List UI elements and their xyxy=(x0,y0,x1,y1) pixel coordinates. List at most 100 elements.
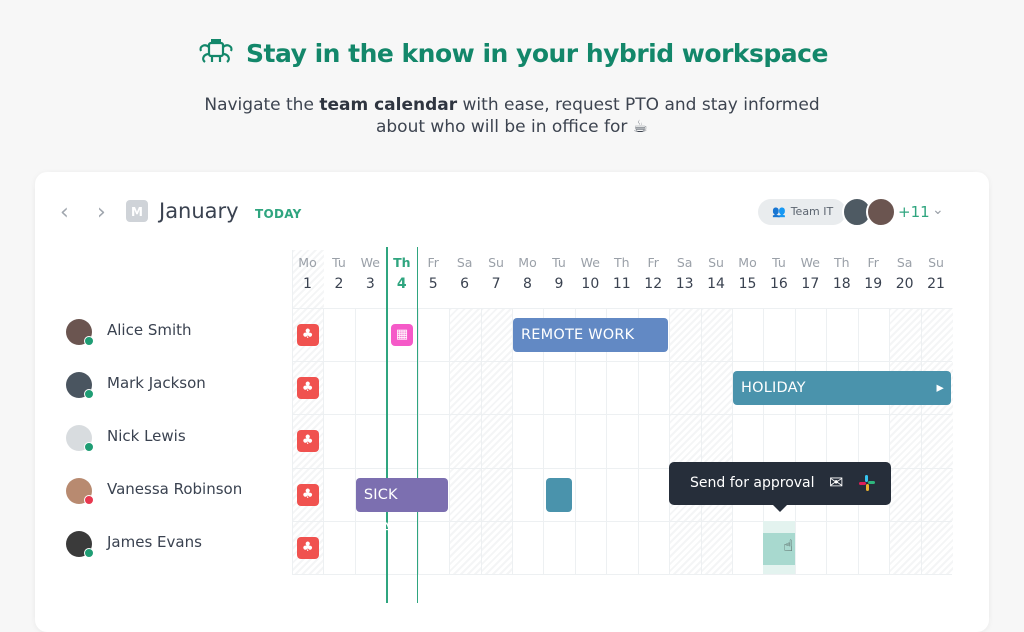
day-number[interactable]: 4 xyxy=(386,276,417,292)
day-number[interactable]: 8 xyxy=(512,276,543,292)
event-block[interactable] xyxy=(546,478,572,513)
day-number[interactable]: 19 xyxy=(858,276,889,292)
person-name[interactable]: Alice Smith xyxy=(107,321,192,339)
day-column xyxy=(889,308,922,574)
weekday-label: Fr xyxy=(427,255,439,270)
day-number[interactable]: 16 xyxy=(763,276,794,292)
calendar-icon: M xyxy=(126,200,148,222)
status-dot xyxy=(84,442,94,452)
hero-title-text: Stay in the know in your hybrid workspac… xyxy=(246,39,828,68)
continue-arrow-icon[interactable]: ▸ xyxy=(937,371,944,405)
status-dot xyxy=(84,335,94,346)
christmas-tree-icon[interactable]: ♣ xyxy=(296,323,319,346)
weekday-label: Fr xyxy=(867,255,879,270)
weekday-label: We xyxy=(360,255,380,270)
weekday-label: Fr xyxy=(647,255,659,270)
christmas-tree-icon[interactable]: ♣ xyxy=(296,376,319,399)
day-column xyxy=(826,308,858,574)
day-number[interactable]: 18 xyxy=(826,276,857,292)
day-number[interactable]: 17 xyxy=(795,276,826,292)
day-number[interactable]: 3 xyxy=(355,276,386,292)
person-name[interactable]: Mark Jackson xyxy=(107,374,206,392)
row-divider xyxy=(292,308,952,309)
day-number[interactable]: 5 xyxy=(418,276,449,292)
weekday-label: Mo xyxy=(298,255,317,270)
day-number[interactable]: 11 xyxy=(606,276,637,292)
weekday-label: Th xyxy=(614,255,630,270)
weekday-label: Sa xyxy=(896,255,913,270)
today-button[interactable]: TODAY xyxy=(255,207,302,221)
event-label: SICK LEAVE xyxy=(363,487,411,538)
weekday-label: Tu xyxy=(552,255,566,270)
day-column xyxy=(669,308,702,574)
subtitle-bold: team calendar xyxy=(319,95,458,115)
day-column xyxy=(732,308,764,574)
subtitle-line2: about who will be in office for xyxy=(375,117,628,137)
today-marker-right xyxy=(416,247,419,603)
day-column xyxy=(857,308,890,574)
event-bar[interactable]: REMOTE WORK xyxy=(513,317,669,352)
next-month-button[interactable]: › xyxy=(97,200,106,225)
event-label: HOLIDAY xyxy=(741,379,806,396)
more-members-count[interactable]: +11 xyxy=(898,203,930,221)
day-column xyxy=(292,250,325,574)
prev-month-button[interactable]: ‹ xyxy=(60,200,69,225)
team-label: Team IT xyxy=(790,205,834,218)
event-bar[interactable]: HOLIDAY ▸ xyxy=(733,370,951,405)
coffee-icon: ☕ xyxy=(632,117,649,137)
day-number[interactable]: 9 xyxy=(543,276,574,292)
day-number[interactable]: 12 xyxy=(638,276,669,292)
row-divider xyxy=(292,574,952,575)
christmas-tree-icon[interactable]: ♣ xyxy=(296,537,319,560)
octopus-calendar-logo-icon xyxy=(199,39,233,63)
day-number[interactable]: 14 xyxy=(701,276,732,292)
month-title: January xyxy=(159,199,239,223)
day-number[interactable]: 2 xyxy=(323,276,354,292)
day-number[interactable]: 6 xyxy=(449,276,480,292)
subtitle-text: Navigate the xyxy=(204,95,320,115)
day-number[interactable]: 7 xyxy=(481,276,512,292)
row-divider xyxy=(292,361,952,363)
day-number[interactable]: 20 xyxy=(889,276,920,292)
person-name[interactable]: Vanessa Robinson xyxy=(107,480,242,498)
day-column xyxy=(480,308,513,574)
day-number[interactable]: 15 xyxy=(732,276,763,292)
hero-title: Stay in the know in your hybrid workspac… xyxy=(0,38,1024,68)
weekday-label: Tu xyxy=(772,255,786,270)
event-label: REMOTE WORK xyxy=(521,326,635,343)
weekday-label: Mo xyxy=(738,255,757,270)
day-number[interactable]: 13 xyxy=(669,276,700,292)
event-bar[interactable]: SICK LEAVE xyxy=(355,478,449,537)
hero-subtitle: Navigate the team calendar with ease, re… xyxy=(0,94,1024,138)
avatar xyxy=(866,197,896,227)
status-dot xyxy=(84,388,94,399)
weekday-label: Th xyxy=(834,255,850,270)
send-for-approval-tooltip: Send for approval ✉ xyxy=(669,462,891,512)
today-marker-left xyxy=(386,247,388,603)
team-icon: 👥 xyxy=(772,205,786,218)
mail-icon[interactable]: ✉ xyxy=(829,462,843,505)
day-column xyxy=(920,308,953,574)
day-column xyxy=(794,308,827,574)
weekday-label: Sa xyxy=(456,255,473,270)
day-number[interactable]: 10 xyxy=(575,276,606,292)
team-filter[interactable]: 👥 Team IT xyxy=(758,199,846,225)
chevron-down-icon[interactable]: ⌄ xyxy=(932,202,944,218)
christmas-tree-icon[interactable]: ♣ xyxy=(296,430,319,452)
weekday-label: Mo xyxy=(518,255,537,270)
slack-icon[interactable] xyxy=(858,474,876,492)
day-column xyxy=(700,308,733,574)
weekday-label: Su xyxy=(488,255,504,270)
birthday-cake-icon[interactable]: ▦ xyxy=(391,323,413,346)
tooltip-arrow xyxy=(773,505,787,512)
tooltip-label[interactable]: Send for approval xyxy=(690,475,815,491)
day-number[interactable]: 1 xyxy=(292,276,323,292)
weekday-label: Th xyxy=(393,255,411,270)
day-column xyxy=(323,308,355,574)
weekday-label: Su xyxy=(708,255,724,270)
person-name[interactable]: James Evans xyxy=(107,533,202,551)
person-name[interactable]: Nick Lewis xyxy=(107,427,186,445)
day-number[interactable]: 21 xyxy=(921,276,952,292)
christmas-tree-icon[interactable]: ♣ xyxy=(296,484,319,507)
weekday-label: Sa xyxy=(676,255,693,270)
